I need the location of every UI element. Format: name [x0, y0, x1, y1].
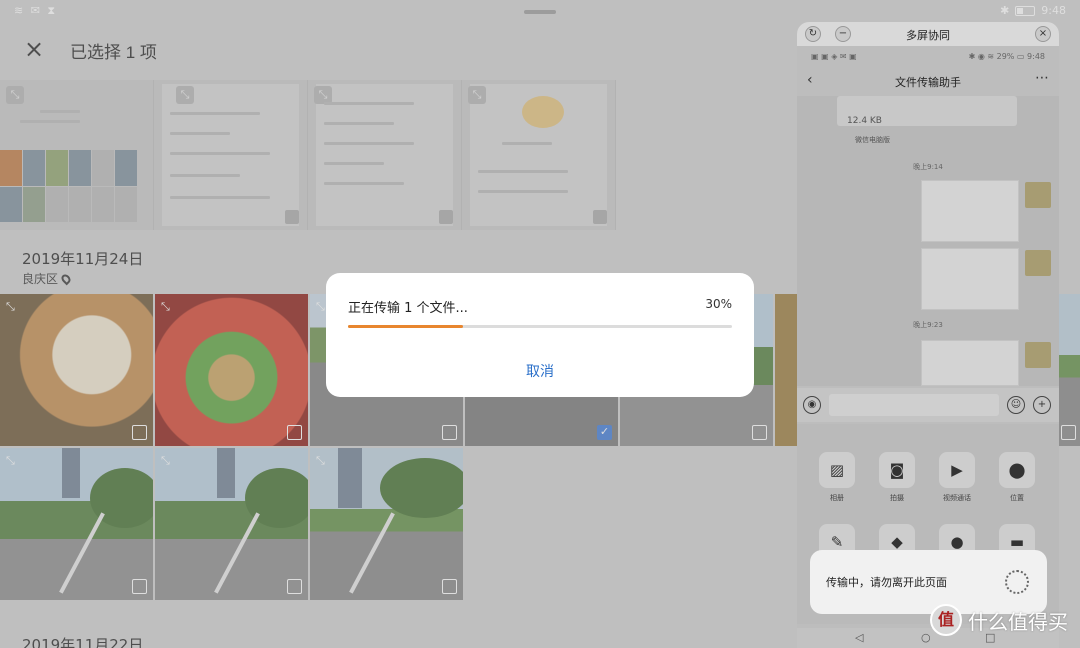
select-checkbox[interactable] [752, 425, 767, 440]
screenshot-thumb[interactable]: ⤡ [462, 80, 616, 230]
thumbnail-grid [0, 150, 140, 222]
close-icon[interactable]: × [1035, 26, 1051, 42]
section-place: 良庆区 [22, 270, 73, 287]
avatar[interactable] [1025, 342, 1051, 368]
expand-icon[interactable]: ⤡ [161, 300, 170, 314]
emoji-icon[interactable]: ☺ [1007, 396, 1025, 414]
window-title: 多屏协同 [906, 29, 950, 42]
expand-icon[interactable]: ⤡ [316, 454, 325, 468]
chat-area: 12.4 KB 微信电脑版 晚上9:14 晚上9:23 [797, 96, 1059, 386]
expand-icon[interactable]: ⤡ [6, 300, 15, 314]
phone-status-left: ▣ ▣ ◈ ✉ ▣ [811, 52, 857, 61]
voice-icon[interactable]: ◉ [803, 396, 821, 414]
image-message[interactable] [921, 340, 1019, 386]
phone-status-bar: ▣ ▣ ◈ ✉ ▣ ✱ ◉ ≋ 29% ▭ 9:48 [797, 50, 1059, 64]
video-call-icon: ▶ [939, 452, 975, 488]
chat-nav-bar: ‹ 文件传输助手 ⋯ [797, 70, 1059, 94]
screenshot-thumb[interactable]: ⤡ [154, 80, 308, 230]
loading-spinner-icon [1005, 570, 1029, 594]
progress-fill [348, 325, 464, 328]
screenshot-thumb[interactable]: ⤡ [0, 80, 154, 230]
app-camera[interactable]: ◙ 拍摄 [877, 452, 917, 503]
chat-title: 文件传输助手 [895, 76, 961, 89]
nav-back-icon[interactable]: ◁ [855, 631, 863, 644]
window-titlebar[interactable]: ↻ − 多屏协同 × [797, 22, 1059, 46]
watermark-logo: 值 [930, 604, 962, 636]
timestamp: 晚上9:23 [913, 321, 943, 329]
battery-icon [1015, 5, 1036, 16]
app-label: 位置 [1010, 494, 1024, 502]
location-icon: ⬤ [999, 452, 1035, 488]
add-icon[interactable]: + [1033, 396, 1051, 414]
file-size: 12.4 KB [847, 116, 882, 126]
drag-handle[interactable] [524, 10, 556, 14]
selection-header: × 已选择 1 项 [22, 36, 157, 64]
photo-item[interactable]: ⤡ [155, 448, 308, 600]
status-time: 9:48 [1041, 4, 1066, 17]
toast-text: 传输中，请勿离开此页面 [826, 576, 947, 589]
status-right: ✱ 9:48 [1000, 4, 1066, 17]
expand-icon[interactable]: ⤡ [6, 86, 24, 104]
watermark: 值 什么值得买 [930, 604, 1068, 636]
close-icon[interactable]: × [22, 37, 46, 62]
select-checkbox[interactable] [287, 425, 302, 440]
phone-status-right: ✱ ◉ ≋ 29% ▭ 9:48 [968, 52, 1045, 61]
more-icon[interactable]: ⋯ [1035, 70, 1049, 86]
screenshot-thumb[interactable]: ⤡ [308, 80, 462, 230]
select-checkbox[interactable] [439, 210, 453, 224]
message-input[interactable] [829, 394, 999, 416]
select-checkbox[interactable] [442, 425, 457, 440]
app-label: 拍摄 [890, 494, 904, 502]
select-checkbox[interactable] [132, 579, 147, 594]
app-label: 相册 [830, 494, 844, 502]
section-date: 2019年11月22日 [22, 636, 144, 648]
expand-icon[interactable]: ⤡ [161, 454, 170, 468]
status-left-icons: ≋ ✉ ⧗ [14, 4, 58, 17]
expand-icon[interactable]: ⤡ [316, 300, 325, 314]
expand-icon[interactable]: ⤡ [468, 86, 486, 104]
photo-item[interactable] [775, 294, 797, 446]
bluetooth-icon: ✱ [1000, 4, 1010, 17]
select-checkbox[interactable] [287, 579, 302, 594]
select-checkbox[interactable] [442, 579, 457, 594]
app-location[interactable]: ⬤ 位置 [997, 452, 1037, 503]
app-label: 视频通话 [943, 494, 971, 502]
photo-item[interactable]: ⤡ [310, 448, 463, 600]
watermark-text: 什么值得买 [968, 609, 1068, 634]
place-label: 良庆区 [22, 272, 59, 286]
select-checkbox[interactable] [1061, 425, 1076, 440]
location-pin-icon [59, 272, 73, 285]
select-checkbox[interactable] [285, 210, 299, 224]
photo-item[interactable]: ⤡ [0, 448, 153, 600]
section-date: 2019年11月24日 [22, 250, 144, 268]
select-checkbox-checked[interactable]: ✓ [597, 425, 612, 440]
cancel-button[interactable]: 取消 [326, 361, 754, 381]
image-message[interactable] [921, 180, 1019, 242]
timestamp: 晚上9:14 [913, 163, 943, 171]
expand-icon[interactable]: ⤡ [6, 454, 15, 468]
page-title: 已选择 1 项 [70, 42, 157, 62]
camera-icon: ◙ [879, 452, 915, 488]
progress-bar [348, 325, 732, 328]
photo-item[interactable] [1059, 294, 1080, 446]
dialog-title: 正在传输 1 个文件... [348, 301, 468, 316]
file-source: 微信电脑版 [855, 136, 890, 144]
chat-input-row: ◉ ☺ + [797, 388, 1059, 422]
app-album[interactable]: ▨ 相册 [817, 452, 857, 503]
image-icon: ▨ [819, 452, 855, 488]
avatar[interactable] [1025, 182, 1051, 208]
screenshot-strip: ⤡ ⤡ ⤡ ⤡ [0, 80, 616, 230]
app-video-call[interactable]: ▶ 视频通话 [937, 452, 977, 503]
photo-item[interactable]: ⤡ [0, 294, 153, 446]
avatar[interactable] [1025, 250, 1051, 276]
photo-item[interactable]: ⤡ [155, 294, 308, 446]
select-checkbox[interactable] [132, 425, 147, 440]
select-checkbox[interactable] [593, 210, 607, 224]
progress-percent: 30% [705, 297, 732, 311]
image-message[interactable] [921, 248, 1019, 310]
expand-icon[interactable]: ⤡ [176, 86, 194, 104]
transfer-dialog: 正在传输 1 个文件... 30% 取消 [326, 273, 754, 397]
